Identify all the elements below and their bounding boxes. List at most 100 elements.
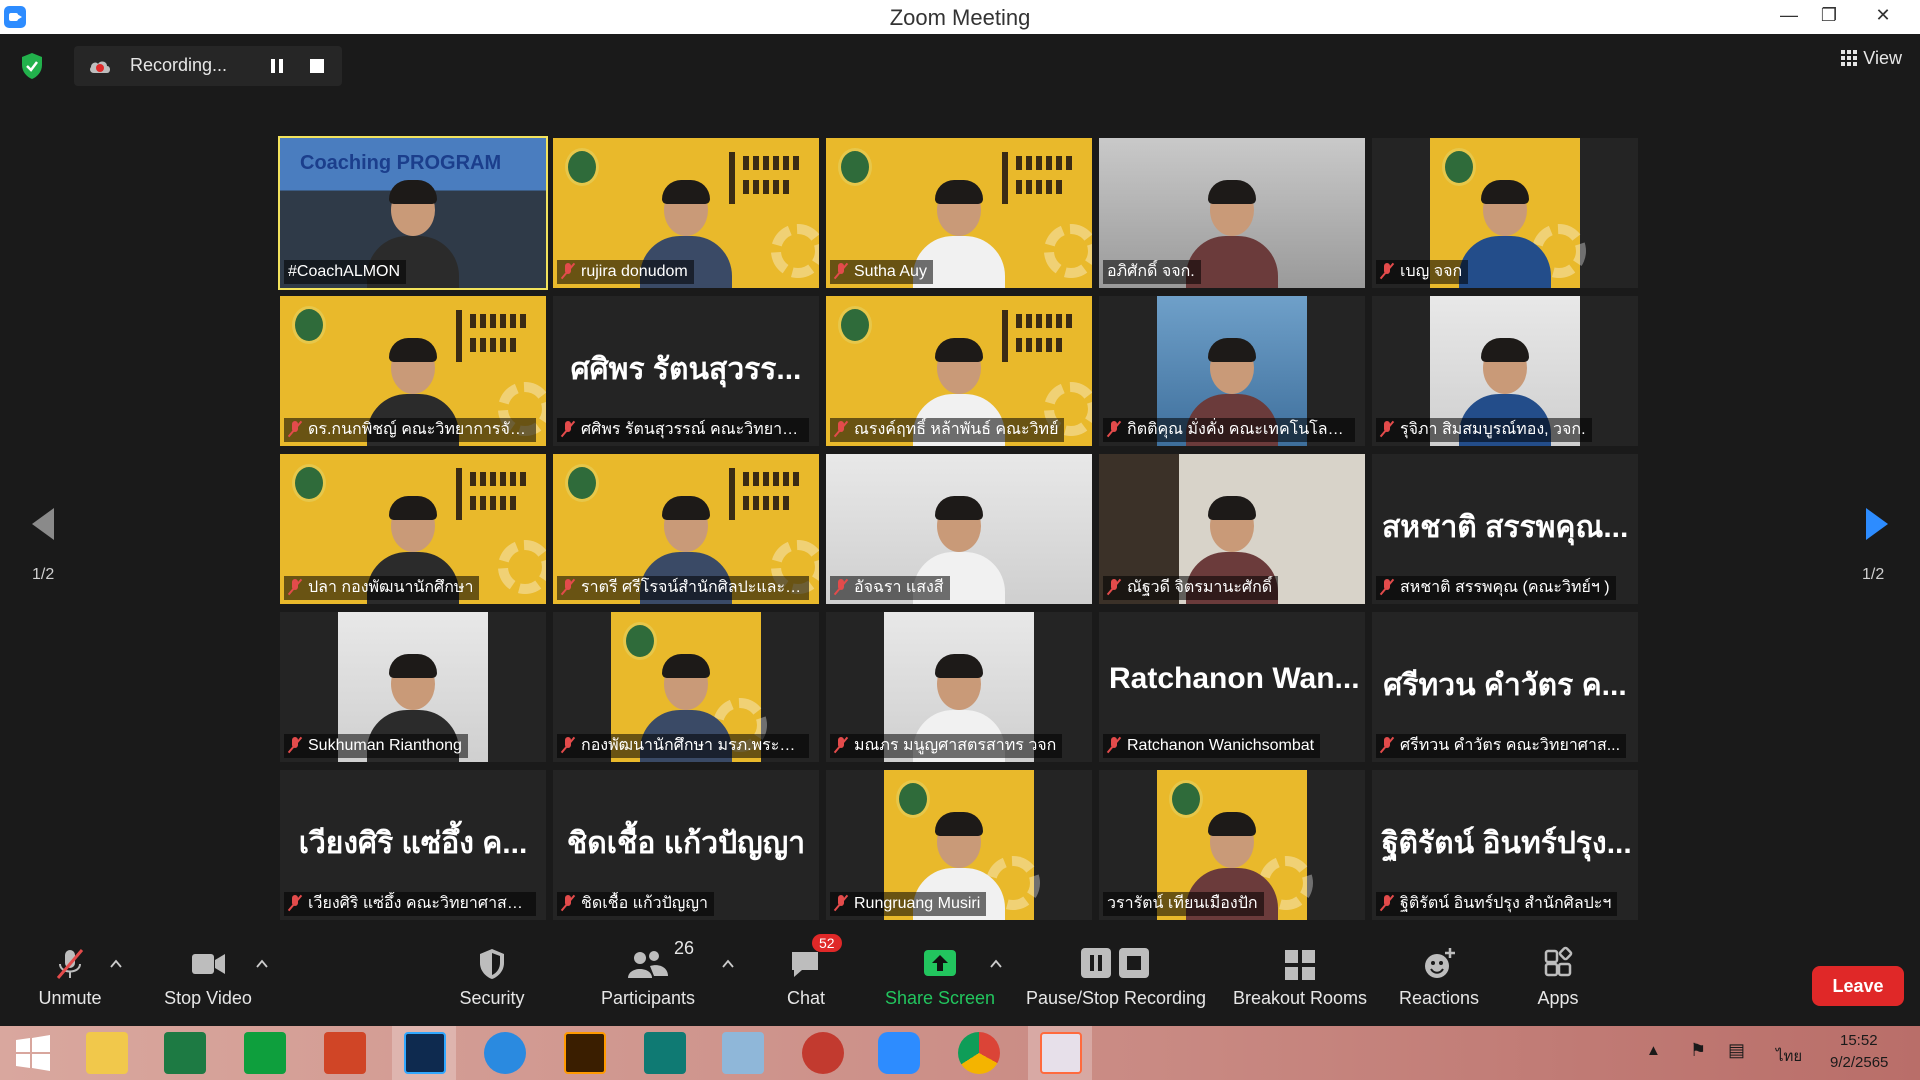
participant-tile[interactable]: ราตรี ศรีโรจน์สำนักศิลปะและวั... bbox=[553, 454, 819, 604]
meeting-toolbar: Unmute Stop Video Security Participants … bbox=[0, 934, 1920, 1026]
muted-mic-icon bbox=[561, 579, 575, 595]
muted-mic-icon bbox=[834, 579, 848, 595]
unmute-button[interactable]: Unmute bbox=[30, 944, 110, 1009]
network-icon[interactable]: ▤ bbox=[1728, 1040, 1745, 1061]
unmute-label: Unmute bbox=[38, 988, 102, 1008]
participant-tile[interactable]: มณภร มนูญศาสตรสาทร วจก bbox=[826, 612, 1092, 762]
share-screen-button[interactable]: Share Screen bbox=[880, 944, 1000, 1009]
participant-tile[interactable]: ศศิพร รัตนสุวรร... ศศิพร รัตนสุวรรณ์ คณะว… bbox=[553, 296, 819, 446]
excel-icon[interactable] bbox=[164, 1032, 206, 1074]
security-button[interactable]: Security bbox=[452, 944, 532, 1009]
tray-chevron-icon[interactable]: ▲ bbox=[1646, 1042, 1661, 1059]
participant-nametag: ณัฐวดี จิตรมานะศักดิ์ bbox=[1103, 576, 1279, 600]
view-button[interactable]: View bbox=[1841, 48, 1902, 69]
muted-mic-icon bbox=[1107, 421, 1121, 437]
muted-mic-icon bbox=[834, 895, 848, 911]
participant-tile[interactable]: อัจฉรา แสงสี bbox=[826, 454, 1092, 604]
participant-name: เวียงศิริ แซ่อึ้ง คณะวิทยาศาสต... bbox=[308, 895, 531, 912]
restore-button[interactable]: ❐ bbox=[1806, 0, 1852, 34]
participant-tile[interactable]: อภิศักดิ์ จจก. bbox=[1099, 138, 1365, 288]
participant-tile[interactable]: สหชาติ สรรพคุณ... สหชาติ สรรพคุณ (คณะวิทย… bbox=[1372, 454, 1638, 604]
share-options-chevron-icon[interactable] bbox=[990, 958, 1002, 970]
stop-video-button[interactable]: Stop Video bbox=[156, 944, 260, 1009]
participant-name: Ratchanon Wanichsombat bbox=[1127, 737, 1315, 754]
notes-icon[interactable] bbox=[722, 1032, 764, 1074]
video-options-chevron-icon[interactable] bbox=[256, 958, 268, 970]
chat-button[interactable]: Chat bbox=[766, 944, 846, 1009]
muted-mic-icon bbox=[834, 421, 848, 437]
participant-tile[interactable]: Sukhuman Rianthong bbox=[280, 612, 546, 762]
muted-mic-icon bbox=[288, 421, 302, 437]
participant-name: Sutha Auy bbox=[854, 263, 927, 280]
participant-tile[interactable]: ฐิติรัตน์ อินทร์ปรุง... ฐิติรัตน์ อินทร์ป… bbox=[1372, 770, 1638, 920]
cloud-record-icon bbox=[90, 61, 110, 73]
close-button[interactable]: ✕ bbox=[1860, 0, 1906, 34]
photoscape-icon[interactable] bbox=[802, 1032, 844, 1074]
leave-button[interactable]: Leave bbox=[1812, 966, 1904, 1006]
zoom-taskbar-icon[interactable] bbox=[878, 1032, 920, 1074]
university-logo-icon bbox=[292, 306, 326, 344]
participant-tile[interactable]: ณัฐวดี จิตรมานะศักดิ์ bbox=[1099, 454, 1365, 604]
gear-decoration-icon bbox=[1044, 224, 1092, 278]
participant-tile[interactable]: Sutha Auy bbox=[826, 138, 1092, 288]
clock-date[interactable]: 9/2/2565 bbox=[1830, 1054, 1888, 1071]
chrome-icon[interactable] bbox=[958, 1032, 1000, 1074]
participant-name: มณภร มนูญศาสตรสาทร วจก bbox=[854, 737, 1057, 754]
audio-options-chevron-icon[interactable] bbox=[110, 958, 122, 970]
participant-display-name: ศศิพร รัตนสุวรร... bbox=[570, 353, 802, 386]
apps-button[interactable]: Apps bbox=[1518, 944, 1598, 1009]
pause-stop-icon bbox=[1081, 948, 1149, 978]
illustrator-icon[interactable] bbox=[564, 1032, 606, 1074]
breakout-rooms-button[interactable]: Breakout Rooms bbox=[1230, 944, 1370, 1009]
file-explorer-icon[interactable] bbox=[86, 1032, 128, 1074]
participant-name: Sukhuman Rianthong bbox=[308, 737, 462, 754]
clock-time[interactable]: 15:52 bbox=[1840, 1032, 1878, 1049]
windows-start-icon[interactable] bbox=[12, 1032, 54, 1074]
participant-tile[interactable]: เวียงศิริ แซ่อึ้ง ค... เวียงศิริ แซ่อึ้ง … bbox=[280, 770, 546, 920]
participant-tile[interactable]: rujira donudom bbox=[553, 138, 819, 288]
participant-tile[interactable]: ณรงค์ฤทธิ์ หล้าพันธ์ คณะวิทย์ bbox=[826, 296, 1092, 446]
participant-tile[interactable]: วรารัตน์ เทียนเมืองปัก bbox=[1099, 770, 1365, 920]
participant-tile[interactable]: Coaching PROGRAM #CoachALMON bbox=[278, 136, 548, 290]
participant-tile[interactable]: ศรีทวน คำวัตร ค... ศรีทวน คำวัตร คณะวิทยา… bbox=[1372, 612, 1638, 762]
input-language[interactable]: ไทย bbox=[1776, 1044, 1802, 1068]
previous-page-arrow-icon[interactable] bbox=[24, 504, 64, 544]
participant-tile[interactable]: ปลา กองพัฒนานักศึกษา bbox=[280, 454, 546, 604]
photos-icon[interactable] bbox=[1040, 1032, 1082, 1074]
next-page-arrow-icon[interactable] bbox=[1856, 504, 1896, 544]
participant-name: Rungruang Musiri bbox=[854, 895, 981, 912]
participant-nametag: rujira donudom bbox=[557, 260, 694, 284]
participant-nametag: ปลา กองพัฒนานักศึกษา bbox=[284, 576, 480, 600]
participant-tile[interactable]: Rungruang Musiri bbox=[826, 770, 1092, 920]
participant-nametag: มณภร มนูญศาสตรสาทร วจก bbox=[830, 734, 1063, 758]
powerpoint-icon[interactable] bbox=[324, 1032, 366, 1074]
security-label: Security bbox=[459, 988, 525, 1008]
participant-name: ราตรี ศรีโรจน์สำนักศิลปะและวั... bbox=[581, 579, 808, 596]
internet-explorer-icon[interactable] bbox=[484, 1032, 526, 1074]
participants-options-chevron-icon[interactable] bbox=[722, 958, 734, 970]
pause-recording-icon[interactable] bbox=[270, 58, 284, 74]
participant-name: วรารัตน์ เทียนเมืองปัก bbox=[1107, 895, 1258, 912]
background-banner-text: Coaching PROGRAM bbox=[300, 152, 502, 174]
action-center-flag-icon[interactable]: ⚑ bbox=[1690, 1040, 1706, 1061]
participant-tile[interactable]: กองพัฒนานักศึกษา มรภ.พระนคร bbox=[553, 612, 819, 762]
recording-indicator: Recording... bbox=[74, 46, 342, 86]
store-icon[interactable] bbox=[244, 1032, 286, 1074]
participant-tile[interactable]: กิตติคุณ มั่งคั่ง คณะเทคโนโลยีอุ... bbox=[1099, 296, 1365, 446]
participant-tile[interactable]: Ratchanon Wan... Ratchanon Wanichsombat bbox=[1099, 612, 1365, 762]
participant-name: ณัฐวดี จิตรมานะศักดิ์ bbox=[1127, 579, 1273, 596]
participant-nametag: กิตติคุณ มั่งคั่ง คณะเทคโนโลยีอุ... bbox=[1103, 418, 1355, 442]
reactions-button[interactable]: Reactions bbox=[1398, 944, 1480, 1009]
participant-tile[interactable]: ดร.กนกพิชญ์ คณะวิทยาการจัด... bbox=[280, 296, 546, 446]
participant-nametag: ราตรี ศรีโรจน์สำนักศิลปะและวั... bbox=[557, 576, 809, 600]
apps-label: Apps bbox=[1537, 988, 1579, 1008]
participant-tile[interactable]: ชิดเชื้อ แก้วปัญญา ชิดเชื้อ แก้วปัญญา bbox=[553, 770, 819, 920]
participant-tile[interactable]: รุจิภา สิมสมบูรณ์ทอง, วจก. bbox=[1372, 296, 1638, 446]
stop-recording-icon[interactable] bbox=[310, 59, 324, 73]
pause-stop-recording-button[interactable]: Pause/Stop Recording bbox=[1024, 944, 1208, 1009]
photoshop-icon[interactable] bbox=[404, 1032, 446, 1074]
participant-tile[interactable]: เบญ จจก bbox=[1372, 138, 1638, 288]
publisher-icon[interactable] bbox=[644, 1032, 686, 1074]
university-logo-icon bbox=[838, 148, 872, 186]
encryption-shield-icon[interactable] bbox=[20, 52, 44, 80]
